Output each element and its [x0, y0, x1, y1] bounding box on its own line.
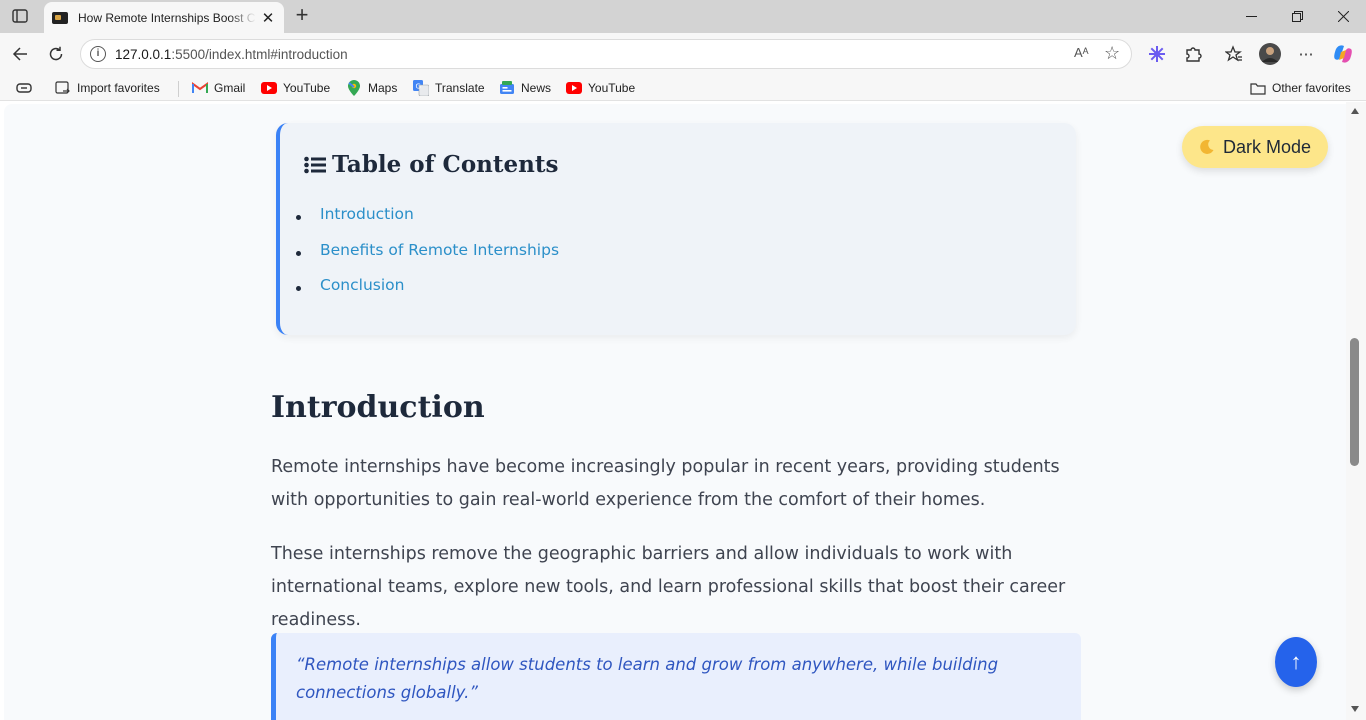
intro-paragraph-2: These internships remove the geographic …	[271, 544, 1066, 630]
extensions-icon[interactable]	[1180, 41, 1206, 67]
restore-button[interactable]	[1274, 0, 1320, 33]
list-item: Conclusion	[295, 276, 559, 312]
copilot-icon[interactable]	[1330, 41, 1356, 67]
youtube-icon	[566, 81, 582, 95]
favorites-divider	[178, 81, 179, 97]
quote-text: “Remote internships allow students to le…	[296, 655, 999, 702]
back-to-top-button[interactable]: ↑	[1275, 637, 1317, 687]
fav-label: Maps	[368, 81, 398, 95]
dark-mode-button[interactable]: Dark Mode	[1182, 126, 1328, 168]
other-favorites-label: Other favorites	[1272, 81, 1351, 95]
quote-block: “Remote internships allow students to le…	[271, 633, 1081, 720]
toc-list: Introduction Benefits of Remote Internsh…	[295, 205, 559, 312]
fav-import-favorites[interactable]: Import favorites	[55, 79, 160, 97]
scroll-down-arrow-icon[interactable]	[1351, 706, 1359, 712]
address-url[interactable]: 127.0.0.1:5500/index.html#introduction	[115, 47, 348, 62]
toc-link-introduction[interactable]: Introduction	[320, 205, 414, 223]
url-host: 127.0.0.1	[115, 47, 172, 62]
fav-news[interactable]: News	[499, 79, 551, 97]
fav-label: Translate	[435, 81, 485, 95]
list-icon	[304, 156, 326, 174]
list-item: Benefits of Remote Internships	[295, 241, 559, 277]
tab-actions-icon[interactable]	[8, 6, 32, 26]
browser-tab-active[interactable]: How Remote Internships Boost Ca ✕	[44, 2, 284, 33]
moon-icon	[1199, 139, 1215, 155]
dark-mode-label: Dark Mode	[1222, 136, 1312, 157]
fav-label: Import favorites	[77, 81, 160, 95]
address-bar[interactable]: i 127.0.0.1:5500/index.html#introduction…	[80, 39, 1132, 69]
read-aloud-icon[interactable]: Aᴬ	[1074, 45, 1089, 60]
news-icon	[499, 81, 515, 95]
favorites-bar: Import favorites Gmail YouTube Maps G Tr…	[0, 75, 1366, 101]
toc-heading: Table of Contents	[304, 151, 558, 178]
url-path: :5500/index.html#introduction	[171, 47, 348, 62]
svg-text:G: G	[416, 83, 421, 91]
fav-label: YouTube	[588, 81, 636, 95]
collections-icon[interactable]	[16, 79, 38, 97]
intro-paragraph-1: Remote internships have become increasin…	[271, 457, 1060, 510]
page-content: Table of Contents Introduction Benefits …	[4, 104, 1346, 720]
tab-title: How Remote Internships Boost Ca	[78, 10, 256, 25]
settings-more-icon[interactable]: ⋯	[1293, 41, 1319, 67]
site-favicon-icon	[52, 11, 68, 24]
other-favorites[interactable]: Other favorites	[1250, 79, 1351, 97]
scroll-up-arrow-icon[interactable]	[1351, 108, 1359, 114]
scrollbar-thumb[interactable]	[1350, 338, 1359, 466]
translate-icon: G	[413, 80, 429, 96]
minimize-button[interactable]	[1228, 0, 1274, 33]
list-item: Introduction	[295, 205, 559, 241]
site-info-icon[interactable]: i	[90, 46, 106, 62]
back-button[interactable]	[7, 41, 33, 67]
page-viewport: Table of Contents Introduction Benefits …	[0, 102, 1366, 720]
favorite-star-icon[interactable]: ☆	[1104, 43, 1120, 64]
import-icon	[55, 81, 71, 95]
copilot-extension-icon[interactable]	[1144, 41, 1170, 67]
fav-label: Gmail	[214, 81, 246, 95]
profile-avatar[interactable]	[1257, 41, 1283, 67]
introduction-heading: Introduction	[271, 390, 485, 425]
close-window-button[interactable]	[1320, 0, 1366, 33]
page-scrollbar[interactable]	[1346, 102, 1366, 720]
tab-close-icon[interactable]: ✕	[260, 9, 276, 27]
fav-translate[interactable]: G Translate	[413, 79, 485, 97]
toc-link-conclusion[interactable]: Conclusion	[320, 276, 404, 294]
youtube-icon	[261, 81, 277, 95]
table-of-contents: Table of Contents Introduction Benefits …	[276, 123, 1076, 335]
fav-gmail[interactable]: Gmail	[192, 79, 245, 97]
gmail-icon	[192, 81, 208, 95]
fav-label: News	[521, 81, 552, 95]
fav-youtube-1[interactable]: YouTube	[261, 79, 330, 97]
fav-label: YouTube	[283, 81, 331, 95]
toc-title-text: Table of Contents	[332, 151, 559, 178]
navigation-toolbar: i 127.0.0.1:5500/index.html#introduction…	[0, 33, 1366, 75]
fav-youtube-2[interactable]: YouTube	[566, 79, 635, 97]
toc-link-benefits[interactable]: Benefits of Remote Internships	[320, 241, 559, 259]
favorites-icon[interactable]	[1221, 41, 1247, 67]
new-tab-button[interactable]: +	[290, 4, 314, 28]
maps-icon	[346, 80, 362, 96]
fav-maps[interactable]: Maps	[346, 79, 397, 97]
tab-strip: How Remote Internships Boost Ca ✕ +	[0, 0, 1366, 33]
refresh-button[interactable]	[43, 41, 69, 67]
folder-icon	[1250, 81, 1266, 95]
